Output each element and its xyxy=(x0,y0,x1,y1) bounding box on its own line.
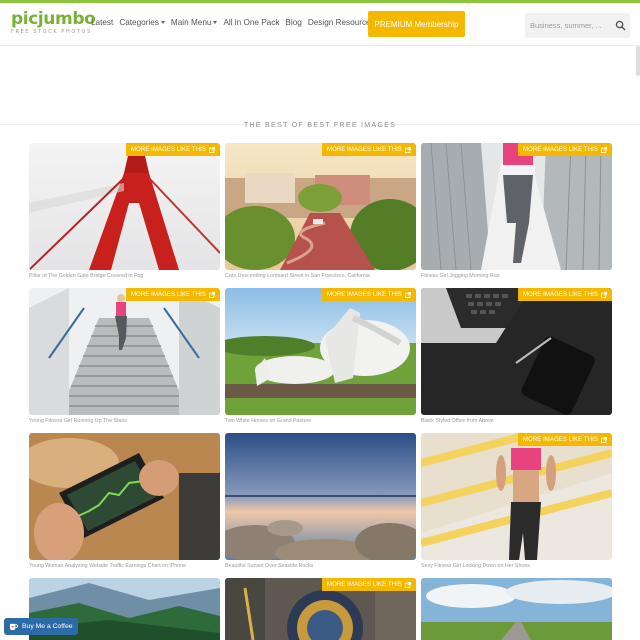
photo-golden-gate xyxy=(29,143,220,270)
more-images-like-this-button[interactable]: MORE IMAGES LIKE THIS xyxy=(517,143,612,156)
nav-categories[interactable]: Categories xyxy=(119,18,165,27)
section-title: THE BEST OF BEST FREE IMAGES xyxy=(243,120,397,129)
badge-label: MORE IMAGES LIKE THIS xyxy=(326,581,402,588)
nav-main-menu[interactable]: Main Menu xyxy=(171,18,218,27)
nav-all-in-one-pack[interactable]: All in One Pack xyxy=(223,18,279,27)
external-link-icon xyxy=(601,291,607,298)
nav-categories-label: Categories xyxy=(119,18,159,27)
image-caption[interactable]: Pillar of The Golden Gate Bridge Covered… xyxy=(29,273,143,279)
photo-horses xyxy=(225,288,416,415)
image-caption[interactable]: Cars Descending Lombard Street in San Fr… xyxy=(225,273,370,279)
image-caption[interactable]: Two White Horses on Grand Pasture xyxy=(225,418,311,424)
search-icon[interactable] xyxy=(615,20,626,31)
gallery-card-iphone-chart[interactable] xyxy=(29,433,220,560)
more-images-like-this-button[interactable]: MORE IMAGES LIKE THIS xyxy=(321,143,416,156)
logo[interactable]: picjumbo FREE STOCK PHOTOS xyxy=(11,9,96,35)
badge-label: MORE IMAGES LIKE THIS xyxy=(522,146,598,153)
image-caption[interactable]: Sexy Fitness Girl Looking Down on Her Sh… xyxy=(421,563,530,569)
photo-jogging xyxy=(421,143,612,270)
photo-iphone-chart xyxy=(29,433,220,560)
photo-fitness-shoes xyxy=(421,433,612,560)
gallery-card-office[interactable]: MORE IMAGES LIKE THIS xyxy=(421,288,612,415)
more-images-like-this-button[interactable]: MORE IMAGES LIKE THIS xyxy=(125,288,220,301)
nav-latest[interactable]: Latest xyxy=(91,18,113,27)
external-link-icon xyxy=(601,436,607,443)
nav-blog-label: Blog xyxy=(285,18,302,27)
external-link-icon xyxy=(209,291,215,298)
coffee-cup-icon xyxy=(9,623,18,630)
nav-all-in-one-pack-label: All in One Pack xyxy=(223,18,280,27)
photo-lombard-street xyxy=(225,143,416,270)
gallery-card-golden-gate[interactable]: MORE IMAGES LIKE THIS xyxy=(29,143,220,270)
external-link-icon xyxy=(405,291,411,298)
badge-label: MORE IMAGES LIKE THIS xyxy=(130,291,206,298)
premium-membership-button[interactable]: PREMIUM Membership xyxy=(368,11,465,37)
logo-tagline: FREE STOCK PHOTOS xyxy=(11,29,92,35)
image-caption[interactable]: Young Fitness Girl Running Up The Stairs xyxy=(29,418,127,424)
top-navigation: picjumbo FREE STOCK PHOTOS Latest Catego… xyxy=(0,3,640,46)
main-menu: Latest Categories Main Menu All in One P… xyxy=(91,18,381,27)
nav-design-resources[interactable]: Design Resources xyxy=(308,18,375,27)
gallery-card-fitness-shoes[interactable]: MORE IMAGES LIKE THIS xyxy=(421,433,612,560)
more-images-like-this-button[interactable]: MORE IMAGES LIKE THIS xyxy=(517,288,612,301)
nav-design-resources-label: Design Resources xyxy=(307,18,375,27)
nav-main-menu-label: Main Menu xyxy=(170,18,212,27)
nav-blog[interactable]: Blog xyxy=(285,18,301,27)
coffee-label: Buy Me a Coffee xyxy=(22,623,73,630)
external-link-icon xyxy=(601,146,607,153)
more-images-like-this-button[interactable]: MORE IMAGES LIKE THIS xyxy=(321,288,416,301)
premium-label: PREMIUM Membership xyxy=(374,19,459,29)
buy-me-a-coffee-button[interactable]: Buy Me a Coffee xyxy=(4,618,78,635)
image-caption[interactable]: Beautiful Sunset Over Seaside Rocks xyxy=(225,563,313,569)
photo-stairs xyxy=(29,288,220,415)
external-link-icon xyxy=(209,146,215,153)
gallery-card-cloudy-road[interactable] xyxy=(421,578,612,640)
gallery-card-lombard-street[interactable]: MORE IMAGES LIKE THIS xyxy=(225,143,416,270)
gallery-card-jogging[interactable]: MORE IMAGES LIKE THIS xyxy=(421,143,612,270)
caret-down-icon xyxy=(213,21,218,24)
logo-text: picjumbo xyxy=(11,9,96,29)
photo-office xyxy=(421,288,612,415)
external-link-icon xyxy=(405,581,411,588)
gallery-card-stairs[interactable]: MORE IMAGES LIKE THIS xyxy=(29,288,220,415)
image-caption[interactable]: Young Woman Analyzing Website Traffic Ea… xyxy=(29,563,186,569)
scrollbar[interactable] xyxy=(636,46,640,76)
nav-latest-label: Latest xyxy=(91,18,114,27)
more-images-like-this-button[interactable]: MORE IMAGES LIKE THIS xyxy=(125,143,220,156)
caret-down-icon xyxy=(160,21,165,24)
photo-cloudy-road xyxy=(421,578,612,640)
external-link-icon xyxy=(405,146,411,153)
gallery-card-horses[interactable]: MORE IMAGES LIKE THIS xyxy=(225,288,416,415)
gallery-card-sunset-rocks[interactable] xyxy=(225,433,416,560)
more-images-like-this-button[interactable]: MORE IMAGES LIKE THIS xyxy=(321,578,416,591)
search-input[interactable] xyxy=(530,18,610,33)
badge-label: MORE IMAGES LIKE THIS xyxy=(326,146,402,153)
image-caption[interactable]: Fitness Girl Jogging Morning Run xyxy=(421,273,500,279)
photo-sunset-rocks xyxy=(225,433,416,560)
badge-label: MORE IMAGES LIKE THIS xyxy=(326,291,402,298)
gallery-card-astronomical-clock[interactable]: MORE IMAGES LIKE THIS xyxy=(225,578,416,640)
more-images-like-this-button[interactable]: MORE IMAGES LIKE THIS xyxy=(517,433,612,446)
badge-label: MORE IMAGES LIKE THIS xyxy=(130,146,206,153)
search-box xyxy=(525,13,630,38)
image-caption[interactable]: Black Styled Office from Above xyxy=(421,418,494,424)
badge-label: MORE IMAGES LIKE THIS xyxy=(522,436,598,443)
badge-label: MORE IMAGES LIKE THIS xyxy=(522,291,598,298)
